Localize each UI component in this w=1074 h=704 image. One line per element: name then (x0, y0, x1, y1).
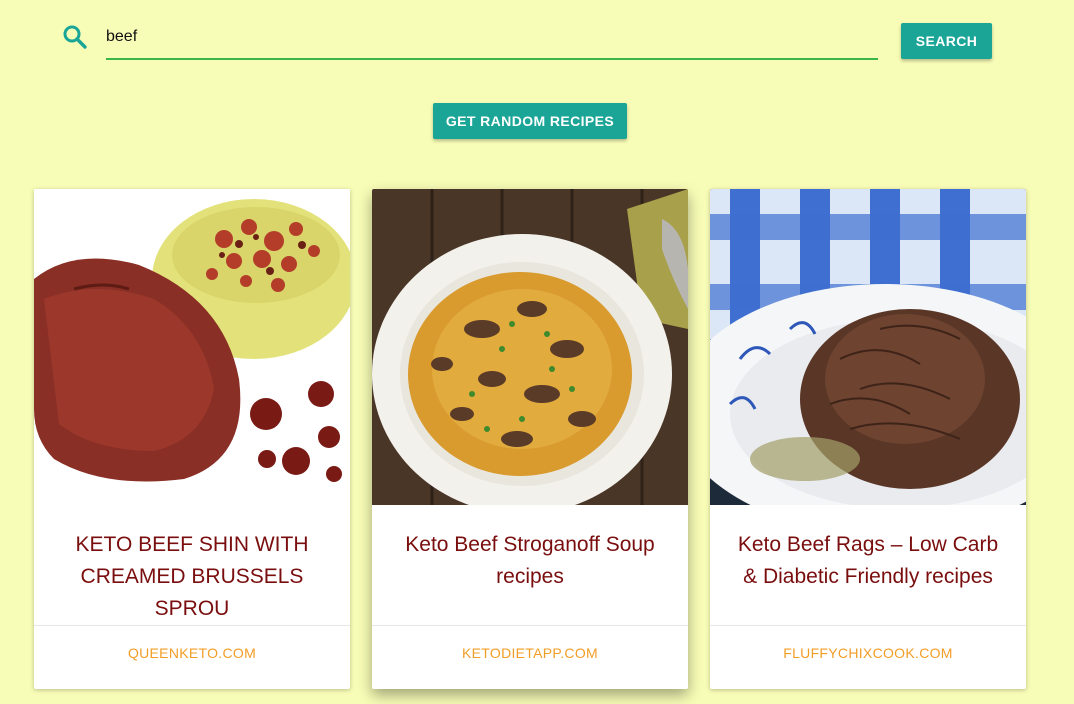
recipe-title[interactable]: Keto Beef Stroganoff Soup recipes (392, 529, 668, 593)
card-divider (372, 625, 688, 626)
recipe-source-link[interactable]: FLUFFYCHIXCOOK.COM (710, 645, 1026, 661)
card-divider (34, 625, 350, 626)
recipe-card[interactable]: Keto Beef Rags – Low Carb & Diabetic Fri… (710, 189, 1026, 689)
search-input[interactable] (106, 20, 878, 54)
recipe-source-link[interactable]: KETODIETAPP.COM (372, 645, 688, 661)
recipe-image[interactable] (372, 189, 688, 505)
recipe-search-page: SEARCH GET RANDOM RECIPES (0, 0, 1074, 704)
recipe-title[interactable]: Keto Beef Rags – Low Carb & Diabetic Fri… (730, 529, 1006, 593)
recipe-title[interactable]: KETO BEEF SHIN WITH CREAMED BRUSSELS SPR… (54, 529, 330, 625)
search-button[interactable]: SEARCH (901, 23, 992, 59)
search-field (106, 20, 878, 60)
search-icon (62, 24, 88, 50)
recipe-card[interactable]: Keto Beef Stroganoff Soup recipes KETODI… (372, 189, 688, 689)
recipe-image[interactable] (34, 189, 350, 505)
recipe-card[interactable]: KETO BEEF SHIN WITH CREAMED BRUSSELS SPR… (34, 189, 350, 689)
recipe-image[interactable] (710, 189, 1026, 505)
card-divider (710, 625, 1026, 626)
recipe-source-link[interactable]: QUEENKETO.COM (34, 645, 350, 661)
get-random-recipes-button[interactable]: GET RANDOM RECIPES (433, 103, 627, 139)
